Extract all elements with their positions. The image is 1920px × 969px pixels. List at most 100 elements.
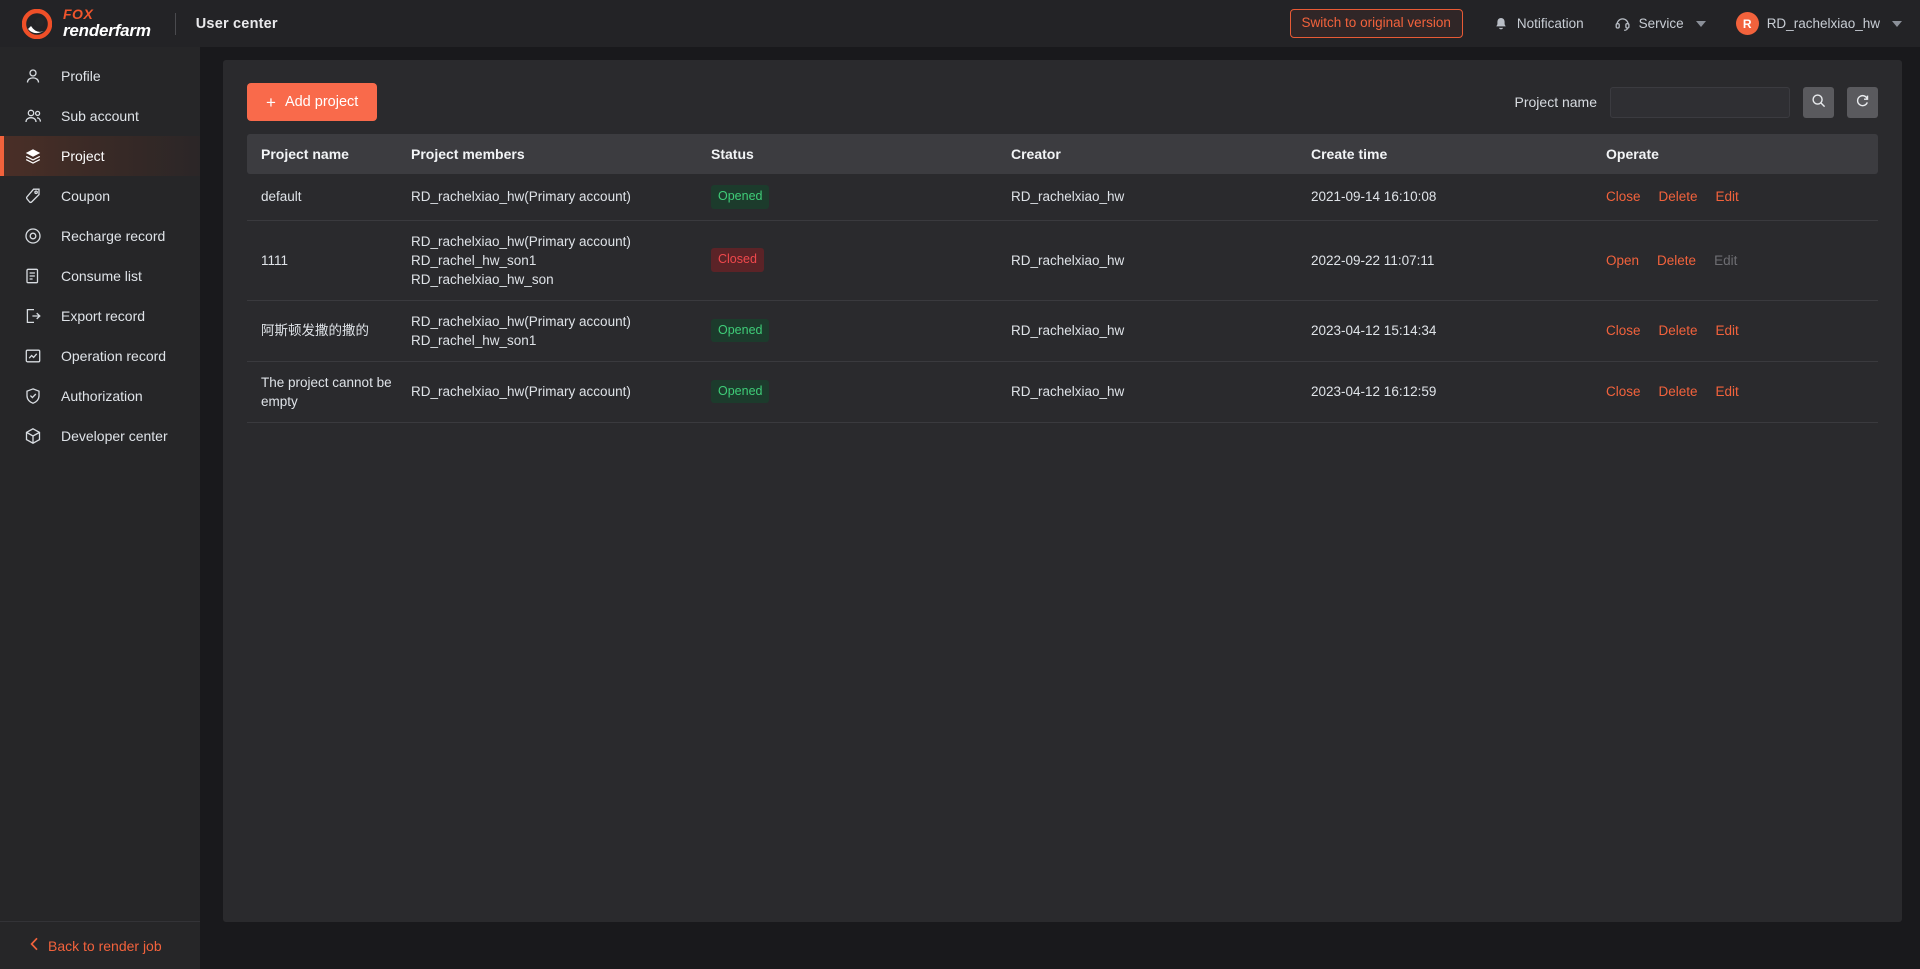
toolbar: + Add project Project name [247,80,1878,124]
fox-renderfarm-logo-icon [21,8,53,39]
avatar: R [1735,12,1759,35]
cell-operate: Close Delete Edit [1592,300,1878,362]
cell-operate: Open Delete Edit [1592,220,1878,301]
search-button[interactable] [1803,86,1834,118]
cell-project-name: default [247,174,397,221]
sidebar-item-label: Recharge record [61,228,166,244]
back-to-render-job-label: Back to render job [48,937,162,954]
cell-creator: RD_rachelxiao_hw [997,174,1297,221]
export-arrow-icon [24,307,42,325]
service-menu[interactable]: Service [1614,15,1706,32]
op-edit-link[interactable]: Edit [1716,187,1739,206]
sidebar-item-label: Profile [61,68,101,84]
project-member: RD_rachelxiao_hw(Primary account) [411,313,631,329]
sidebar-item-project[interactable]: Project [0,136,200,176]
cell-project-name: 阿斯顿发撒的撒的 [247,300,397,362]
op-close-link[interactable]: Close [1606,187,1641,206]
back-to-render-job-button[interactable]: Back to render job [0,921,200,969]
project-name-search-input[interactable] [1610,86,1790,118]
projects-table: Project name Project members Status Crea… [247,134,1878,423]
op-delete-link[interactable]: Delete [1659,321,1698,340]
sidebar-item-label: Sub account [61,108,139,124]
bell-icon [1493,16,1509,32]
project-member: RD_rachel_hw_son1 [411,252,537,268]
page-title: User center [195,15,278,32]
column-header-creator: Creator [997,134,1297,174]
target-circle-icon [24,227,42,245]
sidebar-item-coupon[interactable]: Coupon [0,176,200,216]
sidebar-item-label: Operation record [61,348,167,364]
column-header-operate: Operate [1592,134,1878,174]
sidebar-item-authorization[interactable]: Authorization [0,376,200,416]
add-project-label: Add project [284,94,359,110]
refresh-button[interactable] [1847,86,1878,118]
cell-creator: RD_rachelxiao_hw [997,220,1297,301]
sidebar-item-export-record[interactable]: Export record [0,296,200,336]
switch-to-original-version-button[interactable]: Switch to original version [1289,9,1463,38]
op-delete-link[interactable]: Delete [1659,382,1698,401]
status-badge: Opened [711,185,770,209]
sidebar-item-profile[interactable]: Profile [0,56,200,96]
cell-project-members: RD_rachelxiao_hw(Primary account) [397,174,697,221]
body-row: Profile Sub account Project Coupon Recha… [0,47,1920,969]
operate-actions: Open Delete Edit [1606,251,1878,270]
project-member: RD_rachelxiao_hw(Primary account) [411,233,631,249]
chevron-down-icon [1892,20,1902,27]
operate-actions: Close Delete Edit [1606,382,1878,401]
top-header: FOX renderfarm User center Switch to ori… [0,0,1920,47]
cell-operate: Close Delete Edit [1592,361,1878,423]
operate-actions: Close Delete Edit [1606,187,1878,206]
sidebar-item-recharge-record[interactable]: Recharge record [0,216,200,256]
main-content: + Add project Project name Project name … [200,47,1920,969]
column-header-create-time: Create time [1297,134,1592,174]
user-menu[interactable]: R RD_rachelxiao_hw [1735,12,1902,35]
list-document-icon [24,267,42,285]
table-row: default RD_rachelxiao_hw(Primary account)… [247,174,1878,221]
status-badge: Opened [711,318,770,343]
sidebar-item-label: Export record [61,308,146,324]
cube-icon [24,427,42,445]
op-edit-link[interactable]: Edit [1716,382,1739,401]
cell-create-time: 2023-04-12 16:12:59 [1297,361,1592,423]
user-icon [24,67,42,85]
users-icon [24,107,42,125]
sidebar-item-sub-account[interactable]: Sub account [0,96,200,136]
op-close-link[interactable]: Close [1606,382,1641,401]
table-body: default RD_rachelxiao_hw(Primary account)… [247,174,1878,423]
add-project-button[interactable]: + Add project [247,83,378,121]
op-open-link[interactable]: Open [1606,251,1639,270]
project-member: RD_rachelxiao_hw(Primary account) [411,384,631,399]
sidebar-item-label: Authorization [61,388,143,404]
op-edit-link: Edit [1714,252,1738,268]
sidebar: Profile Sub account Project Coupon Recha… [0,47,200,969]
project-name-filter-label: Project name [1514,94,1597,110]
table-row: The project cannot be empty RD_rachelxiao… [247,361,1878,423]
sidebar-item-label: Consume list [61,268,142,284]
notification-label: Notification [1516,16,1584,31]
app-root: FOX renderfarm User center Switch to ori… [0,0,1920,969]
op-edit-link[interactable]: Edit [1716,321,1739,340]
chevron-down-icon [1695,20,1706,27]
header-divider [174,12,176,35]
tag-icon [24,187,42,205]
headset-icon [1614,15,1631,32]
table-row: 1111 RD_rachelxiao_hw(Primary account) RD_… [247,220,1878,301]
layers-icon [24,147,42,165]
sidebar-item-consume-list[interactable]: Consume list [0,256,200,296]
table-header: Project name Project members Status Crea… [247,134,1878,174]
shield-check-icon [24,387,42,405]
op-delete-link[interactable]: Delete [1659,187,1698,206]
sidebar-item-developer-center[interactable]: Developer center [0,416,200,456]
cell-create-time: 2021-09-14 16:10:08 [1297,174,1592,221]
project-member: RD_rachelxiao_hw(Primary account) [411,189,631,205]
op-delete-link[interactable]: Delete [1657,251,1696,270]
chevron-left-icon [30,937,39,954]
op-close-link[interactable]: Close [1606,321,1641,340]
user-name-label: RD_rachelxiao_hw [1766,16,1880,31]
refresh-icon [1855,93,1870,111]
brand-logo[interactable]: FOX renderfarm [21,7,151,39]
notification-menu[interactable]: Notification [1493,16,1584,32]
column-header-project-name: Project name [247,134,397,174]
cell-status: Opened [697,174,997,221]
sidebar-item-operation-record[interactable]: Operation record [0,336,200,376]
